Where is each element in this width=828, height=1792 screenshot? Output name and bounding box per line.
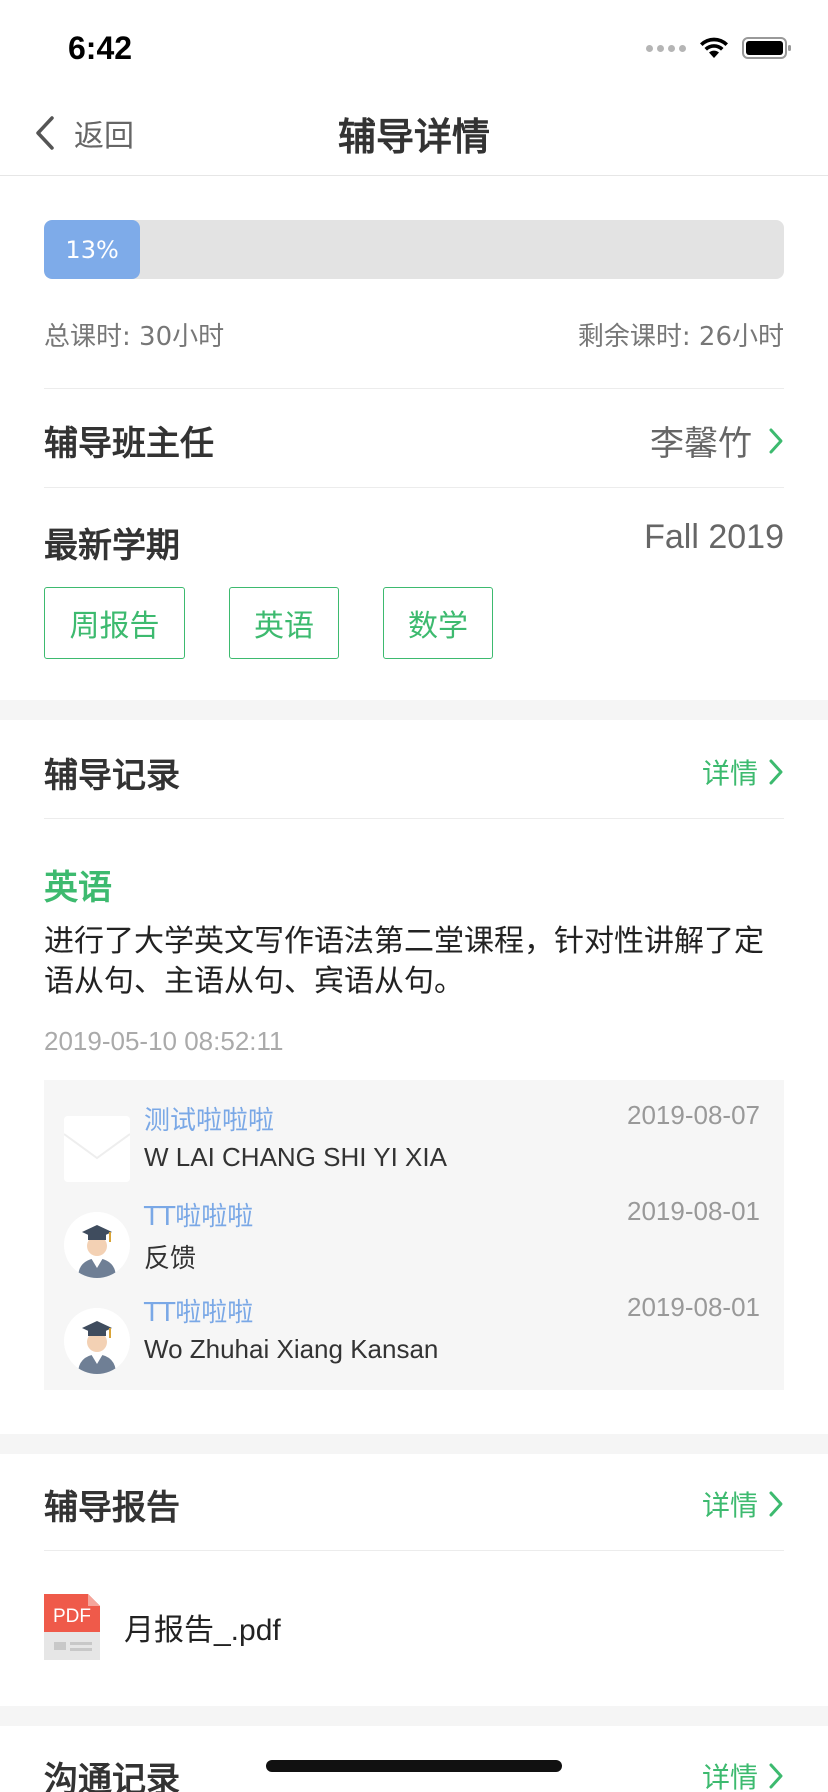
head-teacher-name: 李馨竹 — [650, 424, 752, 464]
chevron-left-icon — [34, 115, 56, 151]
reports-detail-label: 详情 — [701, 1489, 758, 1522]
comment-item[interactable]: TT啦啦啦 2019-08-01 反馈 — [44, 1196, 784, 1292]
pdf-icon-label: PDF — [53, 1606, 91, 1627]
section-separator — [0, 1706, 828, 1726]
communication-section-title: 沟通记录 — [44, 1760, 180, 1792]
home-indicator[interactable] — [266, 1760, 562, 1772]
navigation-bar: 返回 辅导详情 — [0, 90, 828, 176]
tag-math[interactable]: 数学 — [383, 587, 493, 659]
report-file-item[interactable]: PDF 月报告_.pdf — [44, 1594, 281, 1660]
head-teacher-row[interactable]: 辅导班主任 李馨竹 — [0, 390, 828, 486]
record-content: 进行了大学英文写作语法第二堂课程，针对性讲解了定语从句、主语从句、宾语从句。 — [44, 924, 764, 999]
head-teacher-value: 李馨竹 — [650, 416, 784, 465]
progress-fill: 13% — [44, 220, 141, 279]
status-time: 6:42 — [68, 30, 133, 66]
semester-text: Fall 2019 — [644, 518, 784, 556]
back-button[interactable]: 返回 — [34, 108, 134, 158]
comment-item[interactable]: 测试啦啦啦 2019-08-07 W LAI CHANG SHI YI XIA — [44, 1100, 784, 1196]
section-separator — [0, 1434, 828, 1454]
chevron-right-icon — [768, 758, 784, 786]
records-section-title: 辅导记录 — [44, 756, 180, 796]
reports-section-title: 辅导报告 — [44, 1488, 180, 1528]
semester-label: 最新学期 — [44, 526, 180, 566]
divider — [44, 388, 784, 389]
divider — [44, 1550, 784, 1551]
subject-tags: 周报告 英语 数学 — [44, 587, 493, 659]
comment-author: TT啦啦啦 — [144, 1202, 254, 1232]
cellular-signal-icon — [646, 44, 686, 52]
communication-detail-link[interactable]: 详情 — [702, 1756, 784, 1792]
status-icons — [646, 36, 792, 60]
comment-author: 测试啦啦啦 — [144, 1106, 275, 1136]
record-subject: 英语 — [44, 868, 112, 908]
course-progress-bar: 13% — [44, 220, 784, 279]
reports-detail-link[interactable]: 详情 — [702, 1484, 784, 1524]
divider — [44, 487, 784, 488]
record-timestamp: 2019-05-10 08:52:11 — [44, 1026, 284, 1056]
progress-percent: 13% — [65, 235, 119, 264]
tag-english[interactable]: 英语 — [229, 587, 339, 659]
back-label: 返回 — [74, 119, 134, 154]
comment-text: 反馈 — [144, 1243, 197, 1273]
communication-detail-label: 详情 — [701, 1761, 758, 1792]
hours-row: 总课时: 30小时 剩余课时: 26小时 — [44, 316, 784, 353]
comments-list: 测试啦啦啦 2019-08-07 W LAI CHANG SHI YI XIA … — [44, 1080, 784, 1390]
section-separator — [0, 700, 828, 720]
comment-date: 2019-08-01 — [627, 1292, 760, 1322]
blank-avatar-icon — [64, 1116, 130, 1182]
comment-text: W LAI CHANG SHI YI XIA — [144, 1142, 447, 1172]
head-teacher-label: 辅导班主任 — [44, 424, 214, 464]
status-bar: 6:42 — [0, 0, 828, 90]
records-detail-label: 详情 — [701, 757, 758, 790]
wifi-icon — [698, 36, 730, 60]
tag-weekly-report[interactable]: 周报告 — [44, 587, 185, 659]
remaining-hours: 剩余课时: 26小时 — [577, 322, 784, 352]
comment-item[interactable]: TT啦啦啦 2019-08-01 Wo Zhuhai Xiang Kansan — [44, 1292, 784, 1388]
battery-icon — [742, 36, 792, 60]
comment-text: Wo Zhuhai Xiang Kansan — [144, 1334, 439, 1364]
chevron-right-icon — [768, 1490, 784, 1518]
chevron-right-icon — [768, 1762, 784, 1790]
total-hours: 总课时: 30小时 — [44, 322, 225, 352]
chevron-right-icon — [768, 427, 784, 455]
graduate-avatar-icon — [64, 1308, 130, 1374]
records-detail-link[interactable]: 详情 — [702, 752, 784, 792]
graduate-avatar-icon — [64, 1212, 130, 1278]
comment-date: 2019-08-01 — [627, 1196, 760, 1226]
pdf-file-icon: PDF — [44, 1594, 100, 1660]
divider — [44, 818, 784, 819]
semester-value: Fall 2019 — [644, 518, 784, 557]
comment-author: TT啦啦啦 — [144, 1298, 254, 1328]
comment-date: 2019-08-07 — [627, 1100, 760, 1130]
report-file-name: 月报告_.pdf — [124, 1614, 281, 1647]
